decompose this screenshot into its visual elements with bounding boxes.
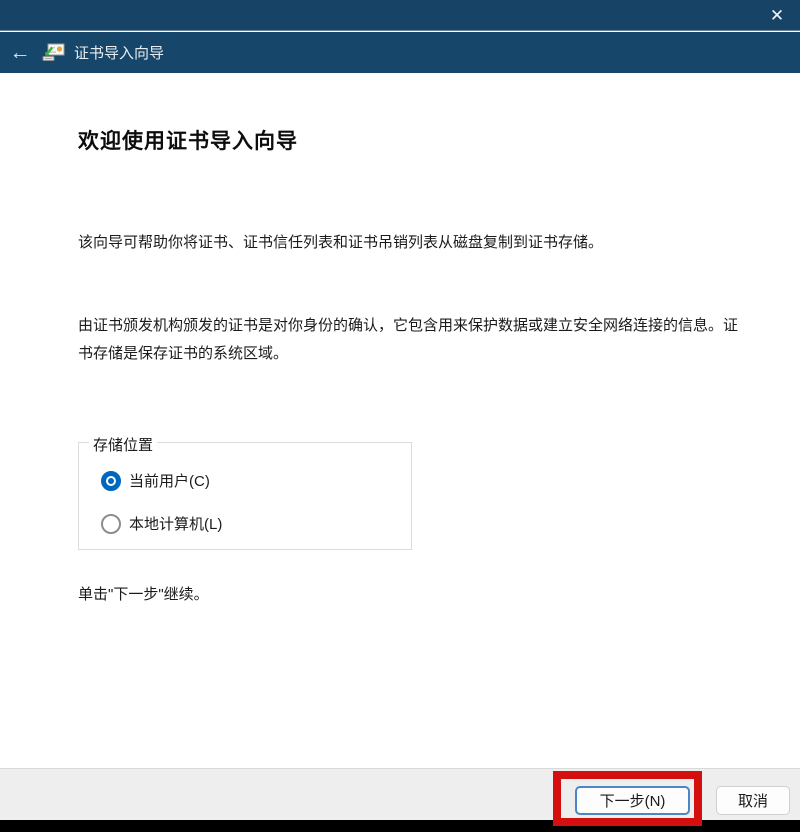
description-paragraph-1: 该向导可帮助你将证书、证书信任列表和证书吊销列表从磁盘复制到证书存储。 [78, 229, 738, 257]
store-location-groupbox: 存储位置 当前用户(C) 本地计算机(L) [78, 442, 412, 550]
radio-button-unselected-icon[interactable] [101, 514, 121, 534]
click-next-note: 单击"下一步"继续。 [78, 583, 738, 604]
wizard-titlebar: ← 证书导入向导 [0, 32, 800, 73]
button-bar: 下一步(N) 取消 [0, 768, 800, 820]
certificate-import-icon [42, 43, 66, 63]
radio-current-user[interactable]: 当前用户(C) [101, 470, 411, 491]
back-arrow-icon: ← [10, 41, 31, 64]
close-icon: ✕ [770, 7, 784, 24]
radio-button-selected-icon[interactable] [101, 471, 121, 491]
bottom-black-bar [0, 820, 800, 832]
window-title: 证书导入向导 [74, 42, 164, 63]
next-button[interactable]: 下一步(N) [575, 786, 690, 815]
description-paragraph-2: 由证书颁发机构颁发的证书是对你身份的确认，它包含用来保护数据或建立安全网络连接的… [78, 312, 738, 368]
wizard-page-content: 欢迎使用证书导入向导 该向导可帮助你将证书、证书信任列表和证书吊销列表从磁盘复制… [0, 73, 800, 768]
window-top-bar: ✕ [0, 0, 800, 31]
back-button[interactable]: ← [0, 42, 40, 63]
radio-local-machine[interactable]: 本地计算机(L) [101, 513, 411, 534]
close-button[interactable]: ✕ [756, 0, 798, 30]
cancel-button[interactable]: 取消 [716, 786, 790, 815]
page-title: 欢迎使用证书导入向导 [78, 125, 738, 155]
certificate-import-wizard-window: ✕ ← 证书导入向导 欢迎使用证书导入向导 该向导可帮助你将证书、证书信任列表和… [0, 0, 800, 832]
store-location-legend: 存储位置 [89, 434, 157, 455]
radio-current-user-label: 当前用户(C) [129, 470, 210, 491]
radio-local-machine-label: 本地计算机(L) [129, 513, 222, 534]
